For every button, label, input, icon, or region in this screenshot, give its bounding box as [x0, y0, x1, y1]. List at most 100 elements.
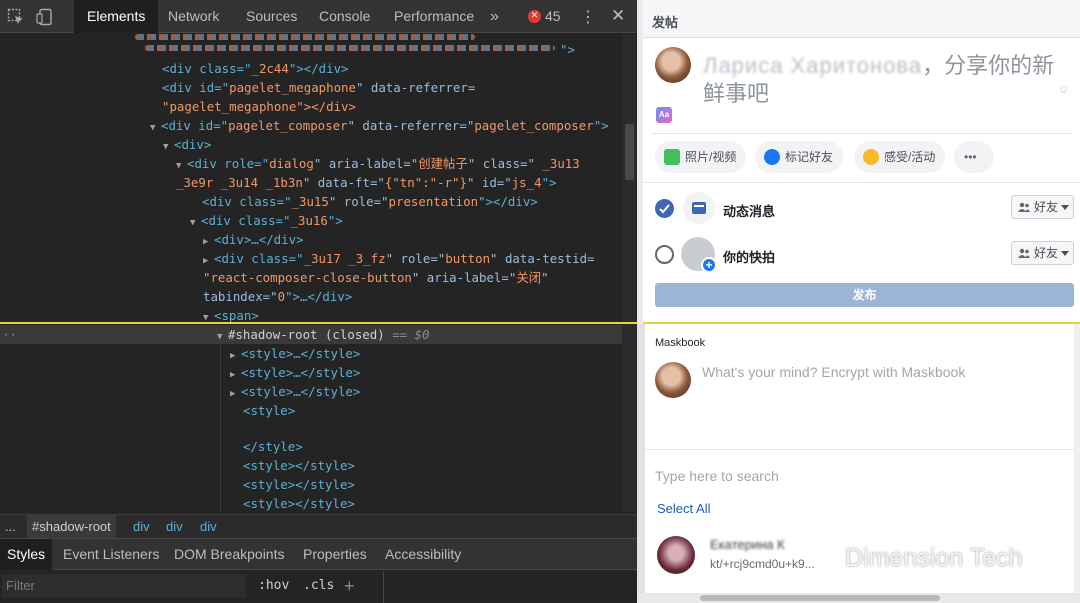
- dom-node[interactable]: ▶ <div class="_3u17 _3_fz" role="button" …: [0, 249, 622, 268]
- dom-node-cont: "react-composer-close-button" aria-label…: [203, 270, 549, 285]
- tab-console[interactable]: Console: [319, 0, 370, 33]
- breadcrumb-div[interactable]: div: [166, 515, 183, 538]
- dom-node[interactable]: <div id="pagelet_megaphone" data-referre…: [0, 78, 622, 97]
- composer-header: 发帖: [643, 0, 1080, 38]
- watermark-text: Dimension Tech: [845, 544, 1023, 572]
- tab-sources[interactable]: Sources: [246, 0, 297, 33]
- audience-label: 好友: [1034, 200, 1059, 214]
- contact-name-obscured: Екатерина К: [710, 537, 785, 552]
- audience-selector[interactable]: 好友: [1011, 241, 1074, 265]
- friends-icon: [1018, 248, 1030, 258]
- dom-node[interactable]: ▶ <style>…</style>: [0, 382, 622, 401]
- more-options-button[interactable]: •••: [954, 141, 994, 173]
- dom-node-cont: "pagelet_megaphone"></div>: [162, 99, 356, 114]
- maskbook-search-input[interactable]: Type here to search: [655, 468, 779, 484]
- hover-state-toggle[interactable]: :hov: [258, 571, 289, 601]
- tab-properties[interactable]: Properties: [303, 539, 367, 570]
- divider: [643, 182, 1080, 183]
- class-toggle[interactable]: .cls: [303, 571, 334, 601]
- text-background-icon[interactable]: Aa: [656, 107, 672, 123]
- tab-network[interactable]: Network: [168, 0, 219, 33]
- tab-dom-breakpoints[interactable]: DOM Breakpoints: [174, 539, 284, 570]
- breadcrumb-div[interactable]: div: [200, 515, 217, 538]
- tab-styles[interactable]: Styles: [0, 539, 53, 570]
- maskbook-input[interactable]: What's your mind? Encrypt with Maskbook: [702, 364, 965, 380]
- dom-node[interactable]: ▼ <div role="dialog" aria-label="创建帖子" cl…: [0, 154, 622, 173]
- tab-event-listeners[interactable]: Event Listeners: [63, 539, 160, 570]
- photo-video-button[interactable]: 照片/视频: [655, 141, 747, 173]
- dom-node[interactable]: ▼ <div class="_3u16">: [0, 211, 622, 230]
- create-post-dialog: 发帖 Лариса Харитонова，分享你的新鲜事吧 Aa ☺ 照片/视频…: [643, 0, 1080, 322]
- dom-node[interactable]: ▼ <div id="pagelet_composer" data-referre…: [0, 116, 622, 135]
- maskbook-title: Maskbook: [655, 337, 706, 349]
- dom-node[interactable]: ▶ <style>…</style>: [0, 344, 622, 363]
- page-background-strip: [1074, 324, 1080, 603]
- dom-tree-scrollbar[interactable]: [622, 34, 636, 512]
- dom-tree[interactable]: "> <div class="_2c44"></div> <div id="pa…: [0, 34, 622, 512]
- wechat-icon: [812, 547, 840, 569]
- devtools-toolbar: Elements Network Sources Console Perform…: [0, 0, 637, 33]
- tab-elements[interactable]: Elements: [74, 0, 159, 33]
- dom-node[interactable]: <div class="_2c44"></div>: [0, 59, 622, 78]
- unchecked-icon[interactable]: [655, 245, 674, 264]
- tab-accessibility[interactable]: Accessibility: [385, 539, 461, 570]
- feeling-activity-icon: [863, 149, 879, 165]
- audience-label: 好友: [1034, 246, 1059, 260]
- destination-your-story[interactable]: + 你的快拍 好友: [643, 235, 1080, 275]
- dom-node[interactable]: <style></style>: [0, 456, 622, 475]
- error-icon[interactable]: ✕: [528, 10, 541, 23]
- emoji-icon[interactable]: ☺: [1058, 84, 1069, 96]
- destination-news-feed[interactable]: 动态消息 好友: [643, 189, 1080, 229]
- dom-node[interactable]: <div class="_3u15" role="presentation"><…: [0, 192, 622, 211]
- styles-filter-input[interactable]: Filter: [2, 574, 246, 598]
- horizontal-scroll-thumb[interactable]: [700, 595, 940, 601]
- breadcrumb: ... #shadow-root div div div: [0, 514, 637, 538]
- tag-friends-button[interactable]: 标记好友: [755, 141, 844, 173]
- dom-node[interactable]: ▶ <div>…</div>: [0, 230, 622, 249]
- breadcrumb-more[interactable]: ...: [5, 515, 16, 538]
- divider: [652, 133, 1072, 134]
- dom-node[interactable]: </style>: [0, 437, 622, 456]
- breadcrumb-div[interactable]: div: [133, 515, 150, 538]
- devtools-menu-button[interactable]: ⋮: [580, 0, 596, 33]
- dom-node[interactable]: <style></style>: [0, 494, 622, 512]
- obscured-line: [145, 45, 555, 51]
- feeling-activity-button[interactable]: 感受/活动: [854, 141, 946, 173]
- dom-node-cont: tabindex="0">…</div>: [203, 289, 353, 304]
- watermark: Dimension Tech: [812, 542, 1062, 576]
- inspect-element-icon[interactable]: [7, 8, 25, 26]
- user-name-obscured: Лариса Харитонова: [703, 53, 923, 78]
- divider: [383, 571, 384, 603]
- contact-avatar: [657, 536, 695, 574]
- dom-node[interactable]: ▶ <style>…</style>: [0, 363, 622, 382]
- dom-tree-scroll-thumb[interactable]: [625, 124, 634, 180]
- tab-performance[interactable]: Performance: [394, 0, 474, 33]
- feeling-activity-label: 感受/活动: [884, 150, 936, 164]
- post-button[interactable]: 发布: [655, 283, 1074, 307]
- avatar: [655, 362, 691, 398]
- row-ellipsis: ··: [2, 327, 17, 342]
- dom-node[interactable]: <style>: [0, 401, 622, 420]
- select-all-button[interactable]: Select All: [657, 501, 710, 516]
- destination-label: 动态消息: [723, 204, 776, 219]
- dom-node[interactable]: <style></style>: [0, 475, 622, 494]
- add-story-icon[interactable]: +: [701, 257, 717, 273]
- dom-node-selected[interactable]: ▼ #shadow-root (closed) == $0: [0, 325, 622, 344]
- photo-video-icon: [664, 149, 680, 165]
- more-tabs-button[interactable]: »: [490, 0, 499, 33]
- avatar: [655, 47, 691, 83]
- close-devtools-button[interactable]: ✕: [611, 0, 625, 33]
- composer-input[interactable]: Лариса Харитонова，分享你的新鲜事吧: [703, 52, 1063, 108]
- audience-selector[interactable]: 好友: [1011, 195, 1074, 219]
- device-toolbar-icon[interactable]: [36, 8, 54, 26]
- destination-label: 你的快拍: [723, 250, 776, 265]
- contact-key: kt/+rcj9cmd0u+k9...: [710, 557, 815, 571]
- checked-icon[interactable]: [655, 199, 674, 218]
- breadcrumb-shadow-root[interactable]: #shadow-root: [27, 515, 116, 538]
- more-options-icon: •••: [964, 150, 977, 164]
- new-style-rule-button[interactable]: +: [344, 571, 355, 601]
- styles-subtabs: Styles Event Listeners DOM Breakpoints P…: [0, 538, 637, 570]
- error-count[interactable]: 45: [545, 0, 561, 33]
- dom-node-cont: _3e9r _3u14 _1b3n" data-ft="{"tn":"-r"}"…: [176, 175, 557, 190]
- dom-node[interactable]: ▼ <div>: [0, 135, 622, 154]
